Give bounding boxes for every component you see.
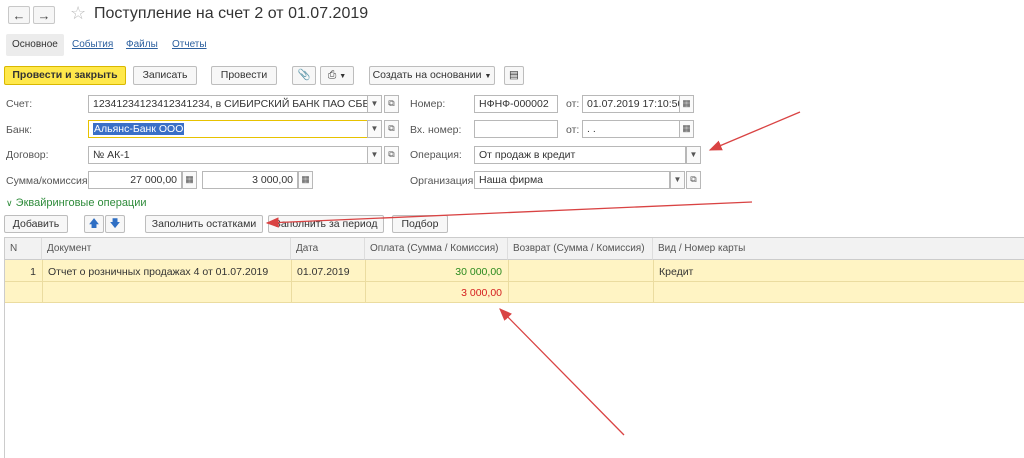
annotation-arrows <box>265 111 801 436</box>
arrow-to-fill-remains <box>265 201 753 228</box>
arrow-to-operation <box>708 111 801 151</box>
arrow-to-fee <box>499 308 625 436</box>
